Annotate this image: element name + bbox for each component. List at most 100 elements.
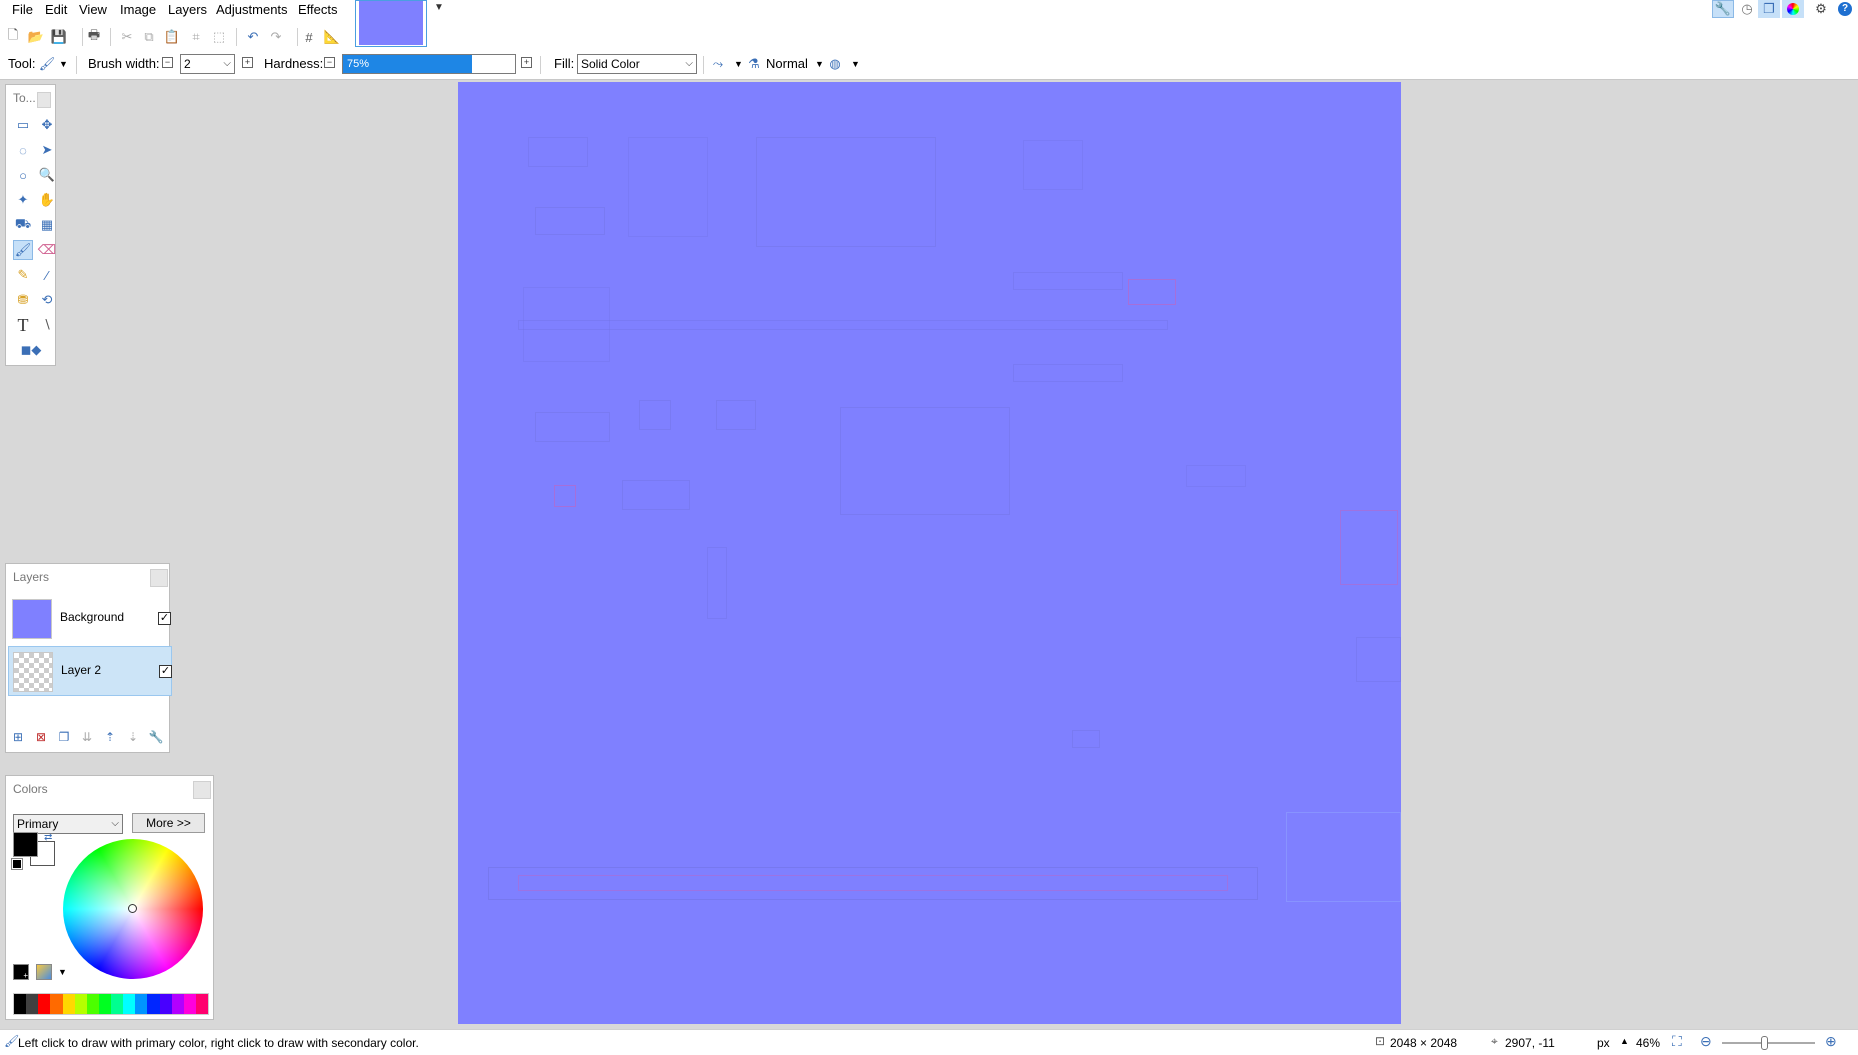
hardness-slider[interactable]: 75% bbox=[342, 54, 516, 74]
palette-swatch[interactable] bbox=[14, 994, 27, 1014]
add-layer-icon[interactable]: ⊞ bbox=[9, 728, 27, 746]
delete-layer-icon[interactable]: ⊠ bbox=[32, 728, 50, 746]
rectangle-select-icon[interactable]: ▭ bbox=[13, 115, 33, 135]
hardness-decrease-button[interactable]: − bbox=[324, 57, 335, 68]
line-curve-icon[interactable]: ∖ bbox=[37, 315, 57, 335]
history-icon[interactable]: ◷ bbox=[1736, 0, 1758, 18]
chevron-down-icon[interactable]: ▼ bbox=[734, 59, 743, 69]
zoom-out-icon[interactable]: ⊖ bbox=[1700, 1033, 1712, 1050]
image-canvas[interactable] bbox=[458, 82, 1401, 1024]
pan-hand-icon[interactable]: ✋ bbox=[37, 190, 57, 210]
move-selected-icon[interactable]: ✥ bbox=[37, 115, 57, 135]
layer-row-layer-2[interactable]: Layer 2 ✓ bbox=[8, 646, 172, 696]
alpha-blending-icon[interactable]: ◍ bbox=[826, 55, 844, 73]
chevron-down-icon[interactable]: ▼ bbox=[815, 59, 824, 69]
brush-width-increase-button[interactable]: + bbox=[242, 57, 253, 68]
palette-swatch[interactable] bbox=[183, 994, 196, 1014]
zoom-to-window-icon[interactable]: ⛶ bbox=[1672, 1033, 1682, 1050]
colors-toggle-icon[interactable] bbox=[1782, 0, 1804, 18]
pencil-icon[interactable]: ✎ bbox=[13, 265, 33, 285]
units-selector[interactable]: px bbox=[1597, 1035, 1610, 1051]
tools-toggle-icon[interactable]: 🔧 bbox=[1712, 0, 1734, 18]
palette-swatch[interactable] bbox=[98, 994, 111, 1014]
palette-swatch[interactable] bbox=[50, 994, 63, 1014]
zoom-level[interactable]: 46% bbox=[1636, 1035, 1660, 1051]
clone-stamp-icon[interactable]: ⛃ bbox=[13, 290, 33, 310]
paintbrush-tool-icon[interactable]: 🖌 bbox=[13, 240, 33, 260]
blend-mode-icon[interactable]: ⚗ bbox=[745, 55, 763, 73]
layer-visibility-checkbox[interactable]: ✓ bbox=[159, 665, 172, 678]
menu-image[interactable]: Image bbox=[117, 1, 159, 19]
palette-swatch[interactable] bbox=[74, 994, 87, 1014]
magic-wand-icon[interactable]: ✦ bbox=[13, 190, 33, 210]
lasso-select-icon[interactable]: ◌ bbox=[13, 140, 33, 160]
color-palette[interactable] bbox=[13, 993, 209, 1015]
brush-width-decrease-button[interactable]: − bbox=[162, 57, 173, 68]
zoom-slider-handle[interactable] bbox=[1761, 1036, 1768, 1050]
hardness-increase-button[interactable]: + bbox=[521, 57, 532, 68]
cut-icon[interactable]: ✂ bbox=[118, 28, 136, 46]
blend-mode-value[interactable]: Normal bbox=[766, 54, 808, 74]
brush-width-input[interactable]: 2 ⌵ bbox=[180, 54, 235, 74]
zoom-slider[interactable] bbox=[1722, 1042, 1815, 1044]
recolor-icon[interactable]: ⟲ bbox=[37, 290, 57, 310]
layer-visibility-checkbox[interactable]: ✓ bbox=[158, 612, 171, 625]
chevron-down-icon[interactable]: ▼ bbox=[59, 59, 68, 69]
palette-swatch[interactable] bbox=[62, 994, 75, 1014]
palette-swatch[interactable] bbox=[86, 994, 99, 1014]
layer-properties-icon[interactable]: 🔧 bbox=[147, 728, 165, 746]
menu-edit[interactable]: Edit bbox=[42, 1, 70, 19]
ellipse-select-icon[interactable]: ○ bbox=[13, 165, 33, 185]
chevron-up-icon[interactable]: ▲ bbox=[1620, 1036, 1629, 1046]
layer-row-background[interactable]: Background ✓ bbox=[8, 594, 172, 644]
more-colors-button[interactable]: More >> bbox=[132, 813, 205, 833]
fill-select[interactable]: Solid Color ⌵ bbox=[577, 54, 697, 74]
shapes-icon[interactable]: ◼◆ bbox=[13, 340, 49, 360]
copy-icon[interactable]: ⧉ bbox=[140, 28, 158, 46]
color-picker-icon[interactable]: ⁄ bbox=[37, 265, 57, 285]
gradient-icon[interactable]: ▦ bbox=[37, 215, 57, 235]
new-file-icon[interactable]: 🗋 bbox=[4, 27, 22, 46]
save-icon[interactable]: 💾 bbox=[50, 28, 68, 46]
layers-panel-close-button[interactable] bbox=[150, 569, 168, 587]
palette-swatch[interactable] bbox=[38, 994, 51, 1014]
print-icon[interactable]: 🖶 bbox=[85, 27, 103, 46]
colors-panel-close-button[interactable] bbox=[193, 781, 211, 799]
open-file-icon[interactable]: 📂 bbox=[27, 28, 45, 46]
menu-file[interactable]: File bbox=[9, 1, 36, 19]
move-layer-up-icon[interactable]: ⇡ bbox=[101, 728, 119, 746]
color-mode-select[interactable]: Primary ⌵ bbox=[13, 814, 123, 834]
text-icon[interactable]: T bbox=[13, 315, 33, 335]
primary-color-swatch[interactable] bbox=[13, 832, 38, 857]
eraser-icon[interactable]: ⌫ bbox=[37, 240, 57, 260]
palette-swatch[interactable] bbox=[123, 994, 136, 1014]
tools-panel-close-button[interactable] bbox=[37, 92, 51, 108]
palette-swatch[interactable] bbox=[135, 994, 148, 1014]
help-icon[interactable]: ? bbox=[1834, 0, 1856, 18]
menu-layers[interactable]: Layers bbox=[165, 1, 210, 19]
menu-adjustments[interactable]: Adjustments bbox=[213, 1, 291, 19]
settings-gear-icon[interactable]: ⚙ bbox=[1810, 0, 1832, 18]
duplicate-layer-icon[interactable]: ❐ bbox=[55, 728, 73, 746]
palette-swatch[interactable] bbox=[159, 994, 172, 1014]
palette-swatch[interactable] bbox=[195, 994, 208, 1014]
ruler-icon[interactable]: 📐 bbox=[323, 28, 341, 46]
palette-swatch[interactable] bbox=[147, 994, 160, 1014]
menu-effects[interactable]: Effects bbox=[295, 1, 341, 19]
paintbrush-icon[interactable]: 🖌 bbox=[38, 55, 56, 73]
paste-icon[interactable]: 📋 bbox=[163, 28, 181, 46]
grid-icon[interactable]: # bbox=[300, 28, 318, 46]
zoom-in-icon[interactable]: ⊕ bbox=[1825, 1033, 1837, 1050]
chevron-down-icon[interactable]: ▼ bbox=[851, 59, 860, 69]
palette-menu-icon[interactable] bbox=[36, 964, 52, 980]
move-layer-down-icon[interactable]: ⇣ bbox=[124, 728, 142, 746]
menu-view[interactable]: View bbox=[76, 1, 110, 19]
move-selection-icon[interactable]: ➤ bbox=[37, 140, 57, 160]
palette-swatch[interactable] bbox=[26, 994, 39, 1014]
merge-layer-down-icon[interactable]: ⇊ bbox=[78, 728, 96, 746]
add-to-palette-icon[interactable]: + bbox=[13, 964, 29, 980]
redo-icon[interactable]: ↷ bbox=[267, 28, 285, 46]
paint-bucket-icon[interactable]: ⛟ bbox=[13, 215, 33, 235]
color-wheel-handle[interactable] bbox=[128, 904, 137, 913]
palette-swatch[interactable] bbox=[111, 994, 124, 1014]
